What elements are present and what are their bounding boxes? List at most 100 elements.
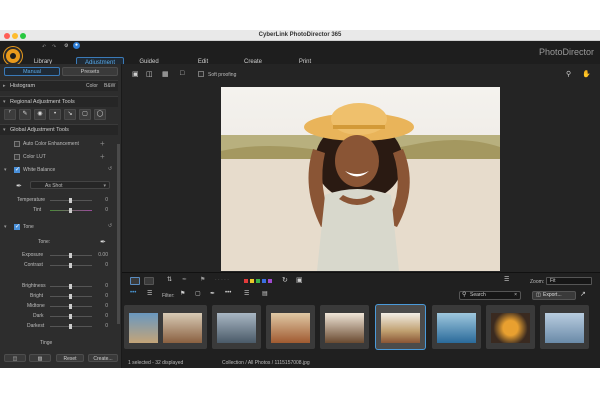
tone-reset-icon[interactable]: ↺ (108, 223, 112, 229)
white-balance-preset-select[interactable]: As Shot ▾ (30, 181, 110, 189)
soft-proofing-checkbox[interactable] (198, 71, 204, 77)
mode-manual-button[interactable]: Manual (4, 67, 60, 76)
contrast-slider[interactable] (50, 263, 92, 268)
tone-eyedropper-icon[interactable]: ✒ (100, 238, 106, 246)
label-yellow-icon[interactable] (250, 279, 254, 283)
thumbnail[interactable] (212, 305, 261, 349)
filter-list-icon[interactable]: ☰ (244, 290, 249, 297)
zoom-select[interactable]: Fit (546, 277, 592, 285)
compare-view-button[interactable]: ◫ (4, 354, 26, 362)
exposure-value: 0.00 (98, 252, 108, 258)
filter-flag-icon[interactable]: ⚑ (180, 290, 185, 297)
thumbnail[interactable] (540, 305, 589, 349)
white-balance-checkbox[interactable] (14, 166, 20, 173)
radial-filter-icon[interactable]: ◯ (94, 109, 106, 120)
color-lut-checkbox[interactable] (14, 154, 20, 160)
thumbnail-selected[interactable] (376, 305, 425, 349)
bright-slider[interactable] (50, 294, 92, 299)
exposure-slider[interactable] (50, 253, 92, 258)
more-icon[interactable]: ••• (130, 290, 136, 296)
search-input[interactable]: ⚲ Search × (459, 291, 521, 300)
mode-presets-button[interactable]: Presets (62, 67, 118, 76)
filter-edited-icon[interactable]: ✒ (210, 290, 215, 297)
list-view-icon[interactable]: ☰ (147, 290, 152, 297)
white-balance-expand-icon[interactable]: ▾ (4, 167, 7, 173)
label-red-icon[interactable] (244, 279, 248, 283)
brightness-slider[interactable] (50, 284, 92, 289)
thumbnail[interactable] (158, 305, 207, 349)
undo-icon[interactable]: ↶ (42, 44, 46, 50)
thumbnail[interactable] (432, 305, 481, 349)
thumbnail[interactable] (320, 305, 369, 349)
account-icon[interactable]: ● (73, 42, 80, 49)
auto-color-checkbox[interactable] (14, 141, 20, 147)
before-after-button[interactable]: ▨ (29, 354, 51, 362)
thumbnail[interactable] (266, 305, 315, 349)
export-button[interactable]: ◫ Export... (532, 291, 576, 300)
filter-label-icon[interactable]: ▢ (195, 290, 201, 297)
flag-icon[interactable]: ⚑ (200, 276, 205, 283)
graduated-filter-icon[interactable]: ▢ (79, 109, 91, 120)
histogram-label: Histogram (10, 83, 36, 89)
label-blue-icon[interactable] (262, 279, 266, 283)
second-display-icon[interactable]: □ (180, 70, 184, 77)
sort-icon[interactable]: ☰ (504, 276, 509, 283)
tone-sub-label: Tone: (38, 239, 51, 245)
temperature-slider[interactable] (50, 198, 92, 203)
brightness-value: 0 (105, 283, 108, 289)
file-path-status: Collection / All Photos / 1115157008.jpg (222, 360, 310, 366)
soft-proofing-label: Soft proofing (208, 72, 237, 78)
grid-view-icon[interactable]: ▦ (162, 70, 169, 78)
white-balance-reset-icon[interactable]: ↺ (108, 166, 112, 172)
redo-icon[interactable]: ↷ (52, 44, 56, 50)
create-preset-button[interactable]: Create... (88, 354, 118, 362)
auto-color-add-icon[interactable]: + (100, 139, 105, 148)
filter-rating-icon[interactable]: ••• (225, 290, 231, 296)
film-view-button[interactable] (130, 277, 140, 285)
settings-icon[interactable]: ⚙ (64, 43, 68, 49)
dark-slider[interactable] (50, 314, 92, 319)
regional-tools-section[interactable]: Regional Adjustment Tools (0, 96, 118, 108)
adjustment-panel: Manual Presets Histogram Color B&W Regio… (0, 64, 122, 368)
tone-checkbox[interactable] (14, 223, 20, 230)
bright-value: 0 (105, 293, 108, 299)
panel-scrollbar[interactable] (117, 144, 120, 324)
histogram-bw-toggle[interactable]: B&W (104, 83, 115, 89)
global-tools-section[interactable]: Global Adjustment Tools (0, 124, 118, 136)
darkest-slider[interactable] (50, 324, 92, 329)
spot-tool-icon[interactable]: • (49, 109, 61, 120)
darkest-label: Darkest (27, 323, 45, 329)
eyedropper-icon[interactable]: ✒ (16, 182, 22, 190)
darkest-value: 0 (105, 323, 108, 329)
rotate-icon[interactable]: ↻ (282, 276, 288, 284)
contrast-value: 0 (105, 262, 108, 268)
import-icon[interactable]: ⇅ (167, 276, 172, 283)
histogram-section[interactable]: Histogram (0, 80, 118, 92)
histogram-color-toggle[interactable]: Color (86, 83, 98, 89)
reset-button[interactable]: Reset (56, 354, 84, 362)
film-view-alt-button[interactable] (144, 277, 154, 285)
tint-slider[interactable] (50, 208, 92, 213)
clear-search-icon[interactable]: × (514, 292, 517, 299)
auto-color-label: Auto Color Enhancement (23, 141, 79, 147)
midtone-slider[interactable] (50, 304, 92, 309)
crop-tool-icon[interactable]: ⌜ (4, 109, 16, 120)
zoom-magnifier-icon[interactable]: ⚲ (566, 70, 571, 78)
star-rating-icon[interactable]: · · · · · (215, 277, 229, 283)
pan-hand-icon[interactable]: ✋ (582, 70, 591, 78)
filter-stack-icon[interactable]: ▤ (262, 290, 268, 297)
chevron-down-icon: ▾ (103, 183, 106, 189)
share-icon[interactable]: ↗ (580, 290, 586, 298)
rotate-tool-icon[interactable]: ✒ (182, 276, 187, 283)
fullscreen-icon[interactable]: ▣ (296, 276, 303, 284)
label-green-icon[interactable] (256, 279, 260, 283)
color-lut-add-icon[interactable]: + (100, 152, 105, 161)
view-compare-icon[interactable]: ◫ (146, 70, 153, 78)
label-purple-icon[interactable] (268, 279, 272, 283)
tone-expand-icon[interactable]: ▾ (4, 224, 7, 230)
brush-tool-icon[interactable]: ✎ (19, 109, 31, 120)
gradient-tool-icon[interactable]: ↘ (64, 109, 76, 120)
view-single-icon[interactable]: ▣ (132, 70, 139, 78)
redeye-tool-icon[interactable]: ◉ (34, 109, 46, 120)
thumbnail[interactable] (486, 305, 535, 349)
